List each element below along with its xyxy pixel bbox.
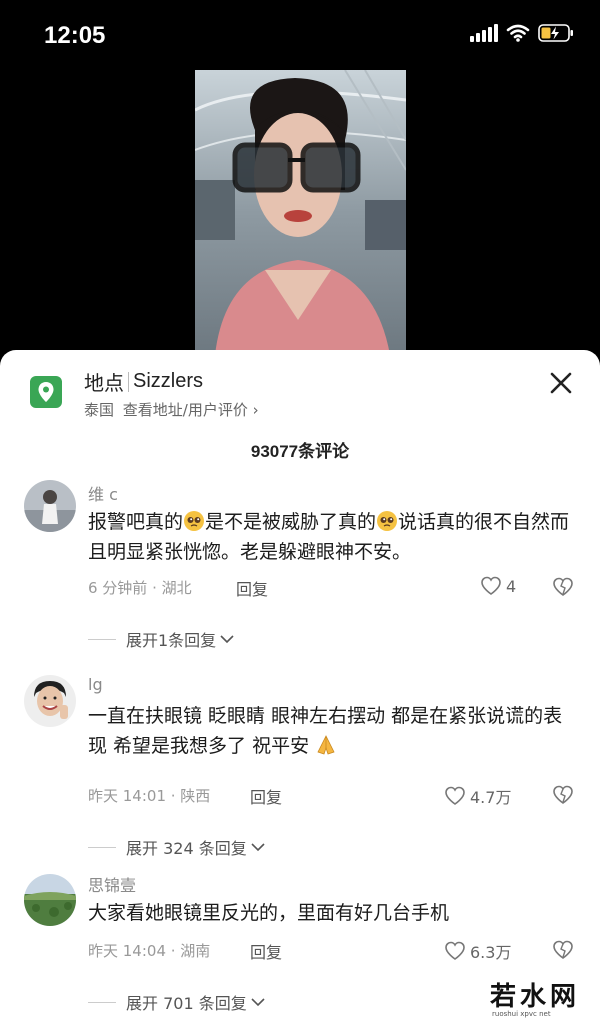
location-region: 泰国 [84,401,115,419]
status-bar: 12:05 [0,0,600,70]
pleading-face-emoji [377,511,398,531]
divider-line [88,846,116,848]
expand-replies-label: 展开 701 条回复 [126,994,247,1013]
comment-item: lg 一直在扶眼镜 眨眼睛 眼神左右摆动 都是在紧张说谎的表现 希望是我想多了 … [0,673,600,858]
status-icons [470,24,574,42]
like-count: 6.3万 [470,943,512,962]
location-label: 地点 [84,371,124,395]
dislike-icon[interactable] [552,577,574,597]
divider-line [88,1001,116,1003]
watermark-subtext: ruoshui xpvc net [492,1010,551,1018]
reply-button[interactable]: 回复 [250,784,282,808]
comment-text: 报警吧真的 是不是被威胁了真的 说话真的很不自然而且明显紧张恍惚。老是躲避眼神不安。 [88,507,572,567]
comment-text-part: 报警吧真的 [88,511,184,533]
avatar[interactable] [24,480,76,532]
comment-item: 维 c 报警吧真的 是不是被威胁了真的 说话真的很不自然而且明显紧张恍惚。老是躲避眼… [0,475,600,650]
reply-button[interactable]: 回复 [236,576,268,600]
video-image [195,70,406,355]
like-button[interactable]: 6.3万 [444,939,511,963]
heart-icon [445,941,465,960]
dislike-icon[interactable] [552,940,574,960]
comment-username[interactable]: lg [88,675,103,694]
comment-text: 大家看她眼镜里反光的，里面有好几台手机 [88,902,450,924]
comment-meta: 6 分钟前 · 湖北 [88,579,192,597]
comment-text-part: 是不是被威胁了真的 [205,511,377,533]
chevron-down-icon [220,635,234,644]
status-time: 12:05 [44,22,106,49]
location-link[interactable]: 查看地址/用户评价 [123,401,248,419]
location-subtitle[interactable]: 泰国 查看地址/用户评价 › [84,399,259,420]
avatar[interactable] [24,874,76,926]
close-icon[interactable] [548,370,574,396]
expand-replies-label: 展开1条回复 [126,631,217,650]
location-pin-icon [30,376,62,408]
like-button[interactable]: 4 [480,576,516,596]
watermark: 若水网 ruoshui xpvc net [486,976,582,1020]
heart-icon [445,786,465,805]
location-divider [128,371,129,392]
expand-replies-button[interactable]: 展开1条回复 [88,627,235,651]
like-count: 4.7万 [470,788,512,807]
like-button[interactable]: 4.7万 [444,784,511,808]
watermark-text: 若水网 [490,982,581,1012]
chevron-down-icon [251,843,265,852]
heart-icon [481,576,501,595]
divider-line [88,638,116,640]
comment-meta: 昨天 14:01 · 陕西 [88,787,211,805]
location-name: Sizzlers [133,370,204,392]
signal-icon [470,24,498,42]
expand-replies-button[interactable]: 展开 701 条回复 [88,990,266,1014]
like-count: 4 [506,576,517,596]
dislike-icon[interactable] [552,785,574,805]
chevron-right-icon: › [252,401,259,419]
location-title: 地点 Sizzlers [84,367,203,396]
expand-replies-label: 展开 324 条回复 [126,839,247,858]
comment-username[interactable]: 维 c [88,481,118,505]
avatar[interactable] [24,675,76,727]
reply-button[interactable]: 回复 [250,939,282,963]
comments-sheet: 地点 Sizzlers 泰国 查看地址/用户评价 › 93077条评论 维 c … [0,350,600,1026]
comment-text: 一直在扶眼镜 眨眼睛 眼神左右摆动 都是在紧张说谎的表现 希望是我想多了 祝平安 [88,701,572,761]
pleading-face-emoji [184,511,205,531]
folded-hands-emoji [317,735,335,755]
location-card[interactable]: 地点 Sizzlers 泰国 查看地址/用户评价 › [0,350,600,430]
expand-replies-button[interactable]: 展开 324 条回复 [88,835,266,859]
video-frame[interactable] [195,70,406,355]
wifi-icon [506,24,530,42]
battery-charging-icon [538,24,573,42]
comment-meta: 昨天 14:04 · 湖南 [88,942,211,960]
comments-count: 93077条评论 [250,442,350,461]
comment-username[interactable]: 思锦壹 [88,872,136,896]
chevron-down-icon [251,998,265,1007]
